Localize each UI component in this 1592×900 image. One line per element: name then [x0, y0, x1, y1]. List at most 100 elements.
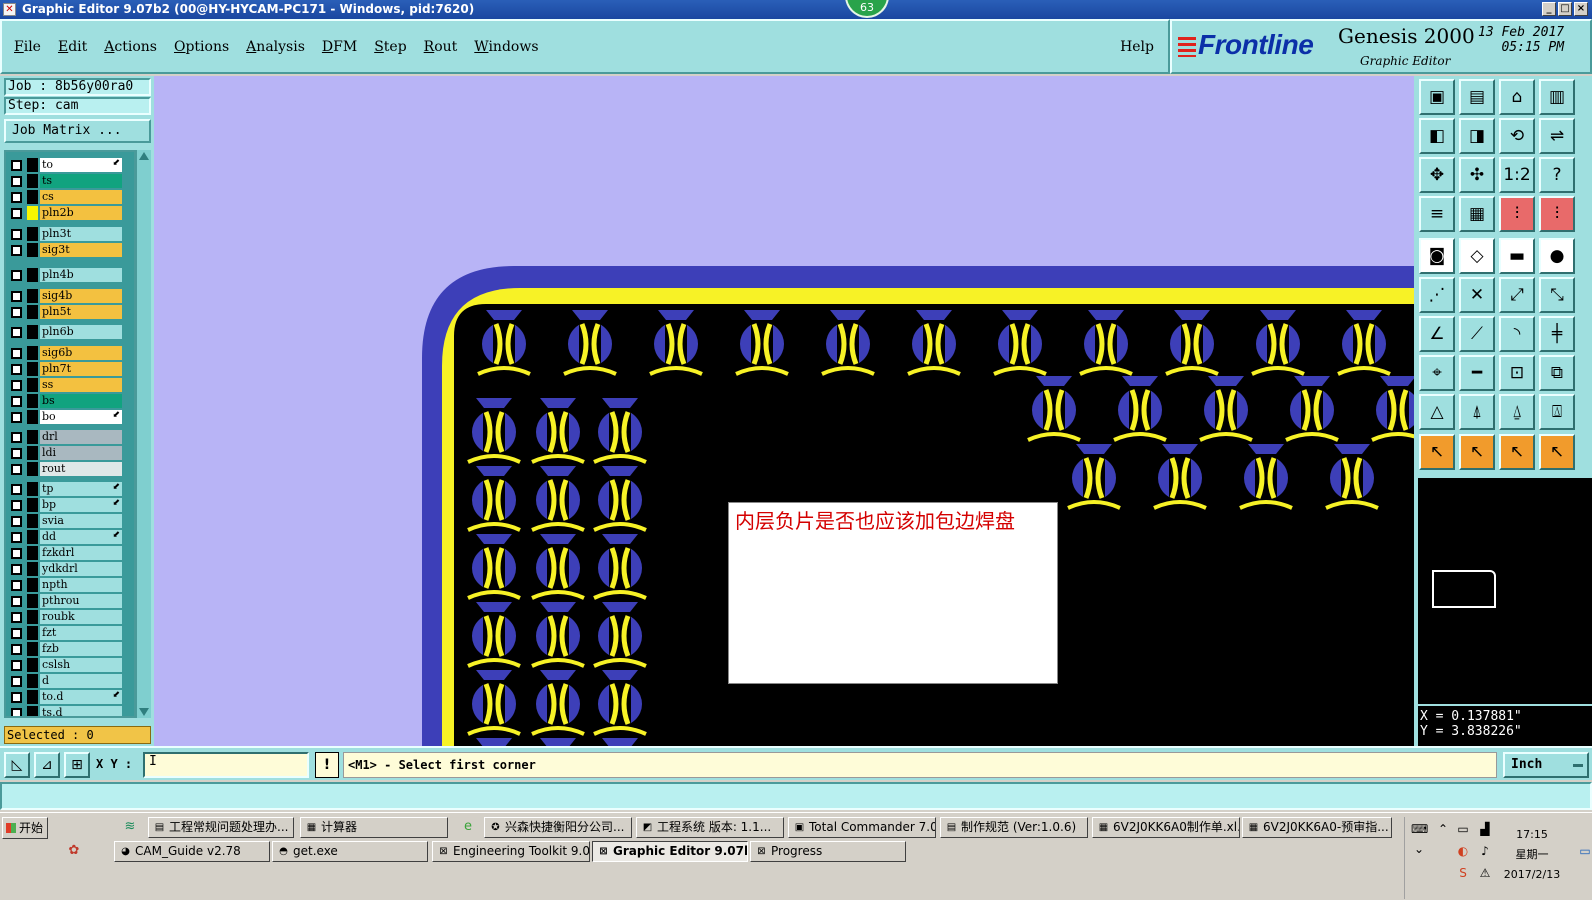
- browser-icon[interactable]: e: [460, 819, 476, 835]
- layer-name[interactable]: drl: [40, 430, 122, 444]
- close-button[interactable]: ×: [1574, 2, 1588, 16]
- tool-button-18[interactable]: ◇: [1459, 238, 1495, 274]
- menu-windows[interactable]: Windows: [474, 39, 538, 55]
- menu-options[interactable]: Options: [174, 39, 229, 55]
- tool-button-36[interactable]: ⍍: [1539, 394, 1575, 430]
- menu-actions[interactable]: Actions: [104, 39, 157, 55]
- taskbar-button[interactable]: ▦ 6V2J0KK6A0制作单.xl...: [1092, 817, 1240, 838]
- layer-row-pthrou[interactable]: pthrou: [8, 594, 124, 608]
- layer-name[interactable]: cslsh: [40, 658, 122, 672]
- layer-name[interactable]: cs: [40, 190, 122, 204]
- taskbar-button[interactable]: ▣ Total Commander 7.0 p...: [788, 817, 936, 838]
- maximize-button[interactable]: □: [1558, 2, 1572, 16]
- layer-row-dd[interactable]: dd ⬋: [8, 530, 124, 544]
- xy-input[interactable]: I: [143, 752, 309, 778]
- tool-button-30[interactable]: ━: [1459, 355, 1495, 391]
- snap-mode-icon[interactable]: ◺: [4, 752, 30, 778]
- layer-checkbox[interactable]: [11, 516, 22, 527]
- layer-name[interactable]: to: [40, 158, 122, 172]
- layer-name[interactable]: pln3t: [40, 227, 122, 241]
- tool-button-12[interactable]: ?: [1539, 157, 1575, 193]
- layer-row-sig4b[interactable]: sig4b: [8, 289, 124, 303]
- layer-row-d[interactable]: d: [8, 674, 124, 688]
- layer-row-to[interactable]: to ⬋: [8, 158, 124, 172]
- tool-button-31[interactable]: ⊡: [1499, 355, 1535, 391]
- layer-row-fzb[interactable]: fzb: [8, 642, 124, 656]
- tool-button-8[interactable]: ⇌: [1539, 118, 1575, 154]
- menu-dfm[interactable]: DFM: [322, 39, 357, 55]
- layer-checkbox[interactable]: [11, 660, 22, 671]
- device-icon[interactable]: ▭: [1455, 821, 1471, 837]
- layer-name[interactable]: fzb: [40, 642, 122, 656]
- layer-row-rout[interactable]: rout: [8, 462, 124, 476]
- taskbar-button[interactable]: ▤ 工程常规问题处理办...: [148, 817, 294, 838]
- taskbar-button[interactable]: ◓ get.exe: [272, 841, 428, 862]
- layer-name[interactable]: rout: [40, 462, 122, 476]
- layer-checkbox[interactable]: [11, 291, 22, 302]
- signal-icon[interactable]: ▟: [1477, 821, 1493, 837]
- layer-checkbox[interactable]: [11, 208, 22, 219]
- layer-name[interactable]: sig4b: [40, 289, 122, 303]
- tool-button-33[interactable]: △: [1419, 394, 1455, 430]
- layer-row-ldi[interactable]: ldi: [8, 446, 124, 460]
- layer-checkbox[interactable]: [11, 532, 22, 543]
- taskbar-button[interactable]: ✪ 兴森快捷衡阳分公司...: [484, 817, 632, 838]
- tool-button-16[interactable]: ⫶: [1539, 196, 1575, 232]
- menu-analysis[interactable]: Analysis: [246, 39, 305, 55]
- layer-row-bp[interactable]: bp ⬋: [8, 498, 124, 512]
- layer-name[interactable]: ydkdrl: [40, 562, 122, 576]
- layer-checkbox[interactable]: [11, 160, 22, 171]
- job-matrix-button[interactable]: Job Matrix ...: [4, 119, 151, 143]
- layer-name[interactable]: bs: [40, 394, 122, 408]
- layer-checkbox[interactable]: [11, 596, 22, 607]
- layer-checkbox[interactable]: [11, 676, 22, 687]
- layer-row-ts-d[interactable]: ts.d: [8, 706, 124, 716]
- tool-button-38[interactable]: ↖: [1459, 434, 1495, 470]
- graphic-canvas[interactable]: 内层负片是否也应该加包边焊盘: [154, 76, 1414, 746]
- layer-name[interactable]: pln6b: [40, 325, 122, 339]
- tool-button-5[interactable]: ◧: [1419, 118, 1455, 154]
- taskbar-button[interactable]: ▦ 6V2J0KK6A0-预审指...: [1242, 817, 1392, 838]
- taskbar-button[interactable]: ▤ 制作规范 (Ver:1.0.6): [940, 817, 1088, 838]
- layer-row-pln2b[interactable]: pln2b: [8, 206, 124, 220]
- layer-row-sig3t[interactable]: sig3t: [8, 243, 124, 257]
- layer-checkbox[interactable]: [11, 548, 22, 559]
- layer-checkbox[interactable]: [11, 432, 22, 443]
- layer-name[interactable]: pln2b: [40, 206, 122, 220]
- tool-button-25[interactable]: ∠: [1419, 316, 1455, 352]
- security-icon[interactable]: S: [1455, 865, 1471, 881]
- tool-button-21[interactable]: ⋰: [1419, 277, 1455, 313]
- tool-button-11[interactable]: 1:2: [1499, 157, 1535, 193]
- layer-row-fzt[interactable]: fzt: [8, 626, 124, 640]
- tool-button-1[interactable]: ▣: [1419, 79, 1455, 115]
- warning-button[interactable]: !: [315, 752, 339, 778]
- layer-checkbox[interactable]: [11, 307, 22, 318]
- tool-button-39[interactable]: ↖: [1499, 434, 1535, 470]
- layer-row-pln7t[interactable]: pln7t: [8, 362, 124, 376]
- layer-name[interactable]: pln5t: [40, 305, 122, 319]
- tool-button-3[interactable]: ⌂: [1499, 79, 1535, 115]
- taskbar-button-active[interactable]: ⊠ Graphic Editor 9.07b2 ...: [592, 841, 748, 862]
- layer-name[interactable]: ldi: [40, 446, 122, 460]
- tool-button-23[interactable]: ⤢: [1499, 277, 1535, 313]
- tool-button-32[interactable]: ⧉: [1539, 355, 1575, 391]
- layer-name[interactable]: to.d: [40, 690, 122, 704]
- tool-button-10[interactable]: ✣: [1459, 157, 1495, 193]
- layer-row-sig6b[interactable]: sig6b: [8, 346, 124, 360]
- layer-checkbox[interactable]: [11, 500, 22, 511]
- layer-checkbox[interactable]: [11, 412, 22, 423]
- layer-name[interactable]: d: [40, 674, 122, 688]
- layer-name[interactable]: sig6b: [40, 346, 122, 360]
- tool-button-6[interactable]: ◨: [1459, 118, 1495, 154]
- layer-checkbox[interactable]: [11, 245, 22, 256]
- layer-name[interactable]: fzkdrl: [40, 546, 122, 560]
- layer-row-ss[interactable]: ss: [8, 378, 124, 392]
- start-button[interactable]: 开始: [2, 817, 48, 839]
- layer-checkbox[interactable]: [11, 580, 22, 591]
- taskbar-button[interactable]: ◕ CAM_Guide v2.78: [114, 841, 270, 862]
- minimize-button[interactable]: _: [1542, 2, 1556, 16]
- taskbar-button[interactable]: ◩ 工程系统 版本: 1.1...: [636, 817, 784, 838]
- layer-row-bs[interactable]: bs: [8, 394, 124, 408]
- tool-button-14[interactable]: ▦: [1459, 196, 1495, 232]
- menu-rout[interactable]: Rout: [424, 39, 458, 55]
